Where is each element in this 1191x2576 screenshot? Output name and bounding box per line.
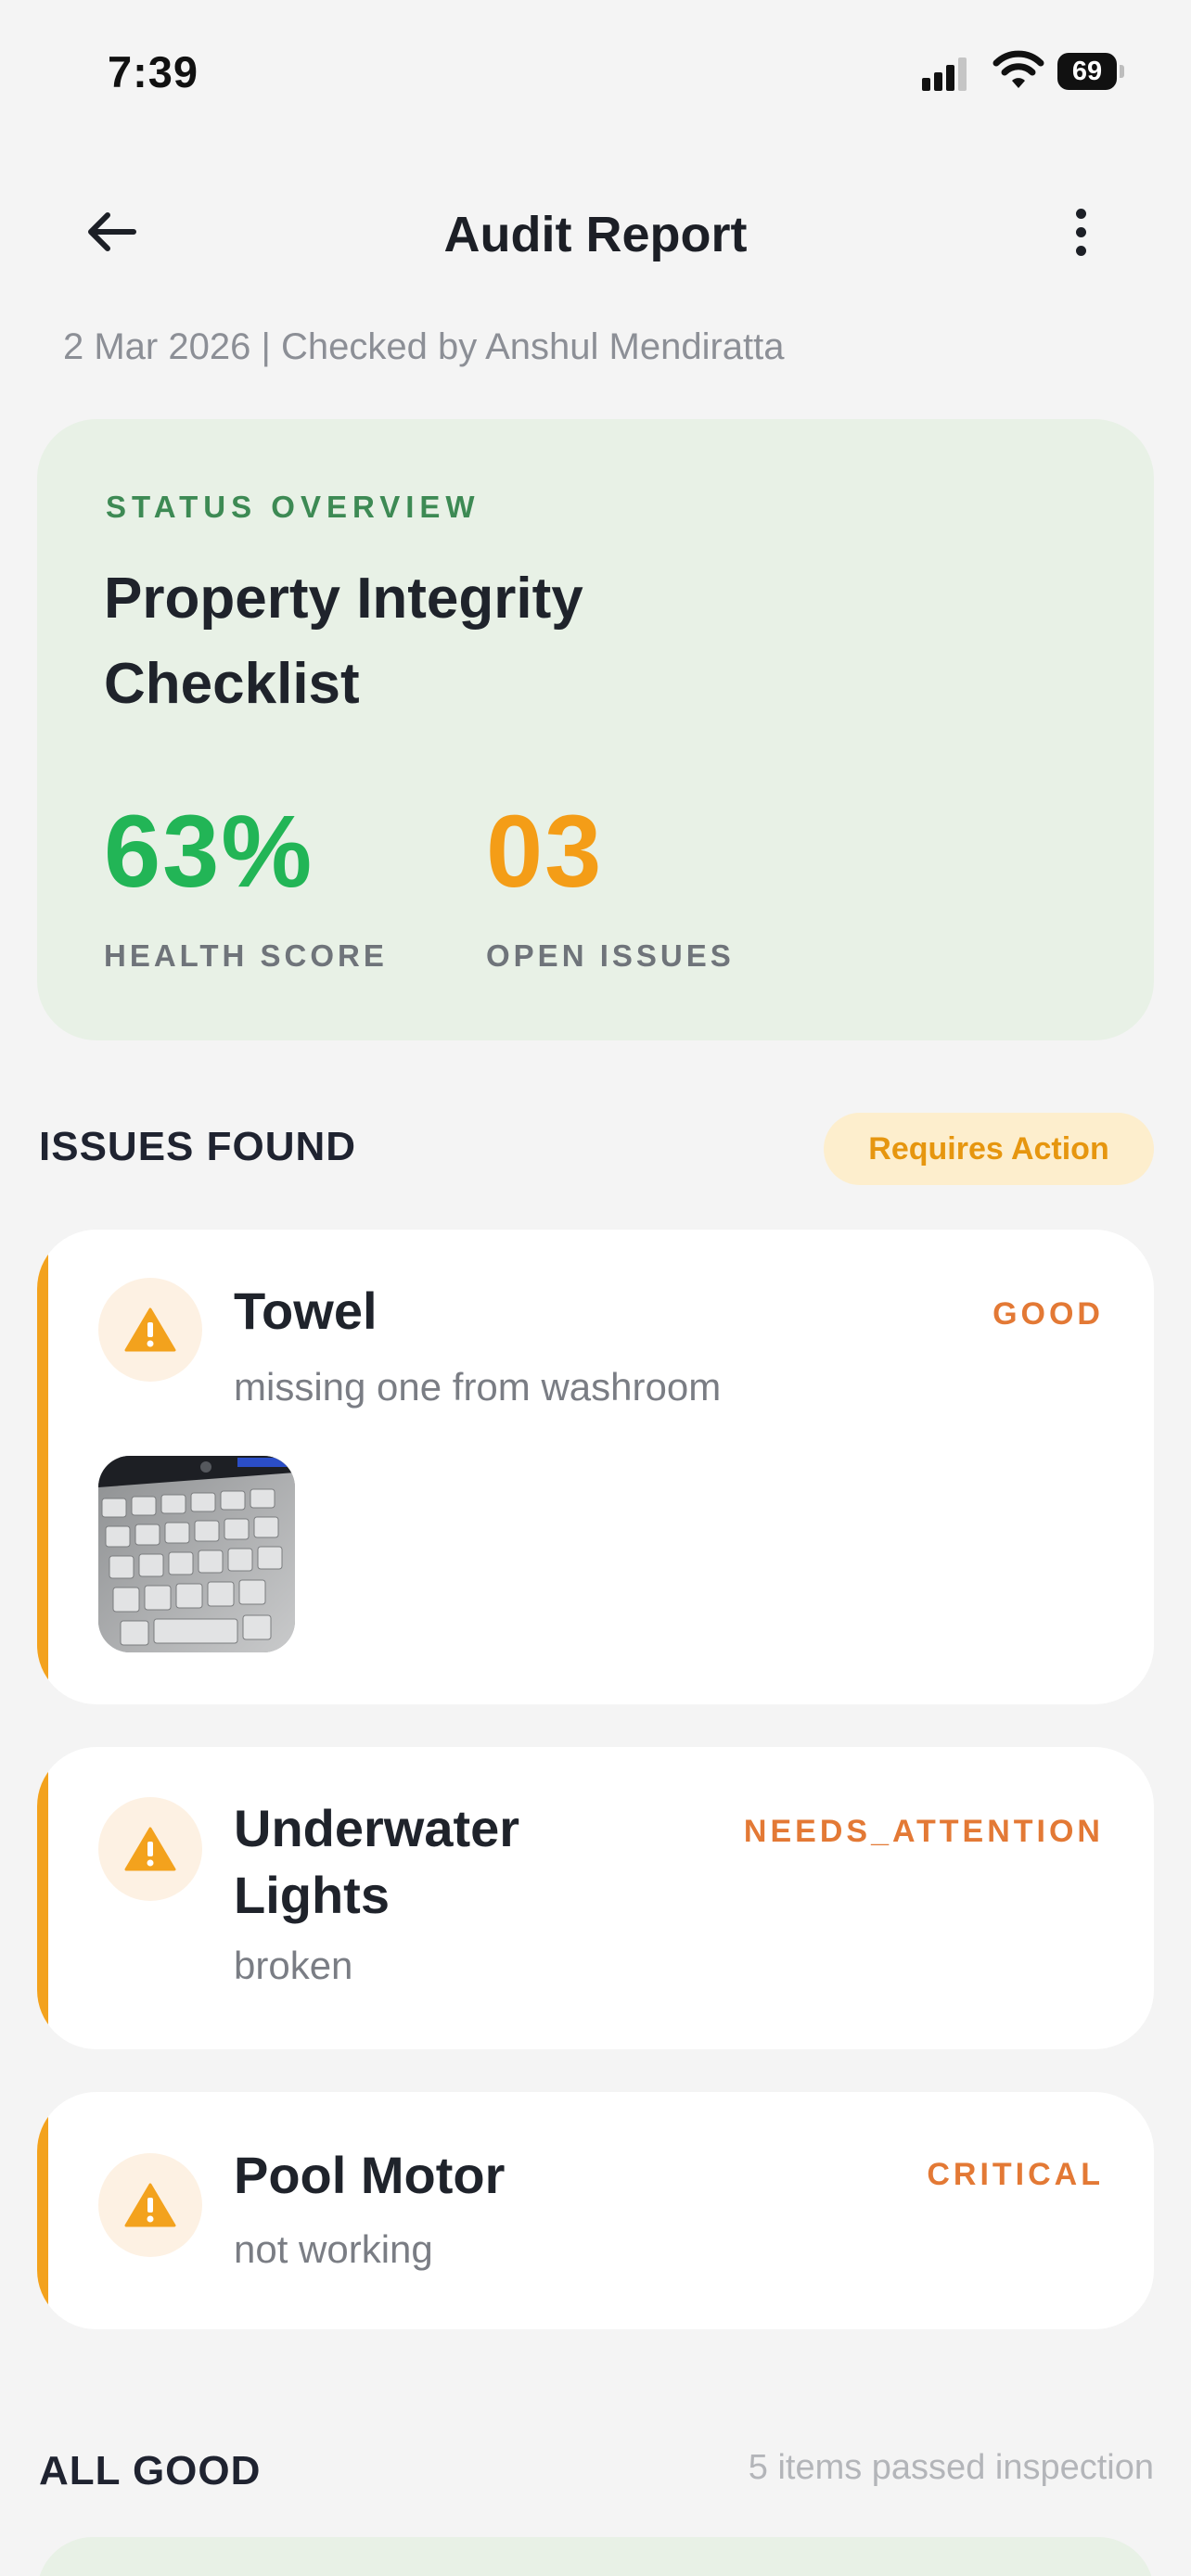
- warning-icon: [98, 2153, 202, 2257]
- all-good-section-title: ALL GOOD: [39, 2448, 262, 2493]
- wifi-icon: [992, 50, 1044, 88]
- issues-section-title: ISSUES FOUND: [39, 1124, 357, 1169]
- more-options-button[interactable]: [1048, 198, 1113, 265]
- battery-icon: 69: [1057, 53, 1124, 90]
- passed-items-card[interactable]: [37, 2537, 1154, 2576]
- issue-name: Pool Motor: [234, 2146, 506, 2204]
- issue-severity: CRITICAL: [927, 2157, 1104, 2192]
- health-score-metric: 63% HEALTH SCORE: [104, 801, 388, 974]
- issue-name: Underwater Lights: [234, 1799, 520, 1924]
- warning-icon: [98, 1278, 202, 1382]
- issue-description: not working: [234, 2227, 433, 2271]
- status-overview-card: STATUS OVERVIEW Property Integrity Check…: [37, 419, 1154, 1040]
- status-time: 7:39: [108, 47, 199, 96]
- issue-description: missing one from washroom: [234, 1365, 722, 1409]
- passed-summary: 5 items passed inspection: [748, 2448, 1154, 2487]
- health-score-label: HEALTH SCORE: [104, 938, 388, 973]
- issue-card[interactable]: Towel missing one from washroom GOOD: [37, 1230, 1154, 1704]
- issue-severity: GOOD: [992, 1296, 1104, 1332]
- issue-description: broken: [234, 1944, 353, 1987]
- app-header: Audit Report: [0, 185, 1191, 278]
- open-issues-metric: 03 OPEN ISSUES: [486, 801, 735, 974]
- issue-severity: NEEDS_ATTENTION: [743, 1814, 1104, 1849]
- report-meta: 2 Mar 2026 | Checked by Anshul Mendiratt…: [63, 326, 785, 367]
- page-title: Audit Report: [443, 207, 748, 262]
- open-issues-label: OPEN ISSUES: [486, 938, 735, 973]
- requires-action-badge: Requires Action: [824, 1113, 1154, 1185]
- issue-photo-thumbnail[interactable]: [98, 1456, 295, 1652]
- issue-card[interactable]: Underwater Lights broken NEEDS_ATTENTION: [37, 1747, 1154, 2049]
- overview-label: STATUS OVERVIEW: [106, 490, 480, 524]
- audit-report-screen: 7:39 69 Audit Report 2 Mar 2026 | Checke…: [0, 0, 1191, 2576]
- issue-card[interactable]: Pool Motor not working CRITICAL: [37, 2092, 1154, 2329]
- cellular-signal-icon: [922, 54, 968, 91]
- issue-accent-bar: [37, 1747, 48, 2049]
- status-bar: 7:39 69: [0, 0, 1191, 148]
- battery-level: 69: [1057, 53, 1117, 90]
- health-score-value: 63%: [104, 795, 314, 909]
- issue-name: Towel: [234, 1282, 378, 1340]
- open-issues-value: 03: [486, 795, 604, 909]
- issue-accent-bar: [37, 1230, 48, 1704]
- warning-icon: [98, 1797, 202, 1901]
- checklist-title: Property Integrity Checklist: [104, 567, 583, 716]
- issue-accent-bar: [37, 2092, 48, 2329]
- more-vertical-icon: [1075, 208, 1086, 219]
